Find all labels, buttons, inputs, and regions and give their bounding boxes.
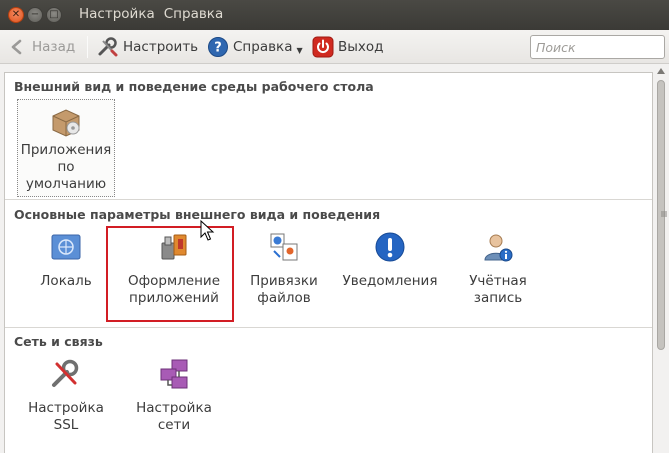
exit-button[interactable]: Выход	[312, 36, 384, 58]
window-titlebar: ✕ − □ Настройка Справка	[0, 0, 669, 30]
maximize-window-button[interactable]: □	[46, 7, 62, 23]
menu-help[interactable]: Справка	[164, 6, 223, 22]
item-account-details[interactable]: Учётная запись	[459, 231, 537, 317]
power-icon	[312, 36, 334, 58]
menu-settings[interactable]: Настройка	[79, 6, 155, 22]
back-label: Назад	[32, 39, 76, 55]
section-title-network: Сеть и связь	[14, 334, 103, 349]
section-divider	[5, 327, 652, 328]
section-title-appearance: Основные параметры внешнего вида и повед…	[14, 207, 381, 222]
item-network-settings[interactable]: Настройка сети	[131, 358, 217, 444]
exit-label: Выход	[338, 39, 384, 55]
menu-bar: Настройка Справка	[79, 6, 223, 22]
network-settings-icon	[160, 359, 188, 389]
item-label: Настройка SSL	[28, 400, 104, 433]
item-label: Приложения по умолчанию	[20, 142, 112, 192]
toolbar: Назад Настроить ? Справка ▼ Выход Поиск	[0, 30, 669, 64]
item-label: Локаль	[40, 273, 92, 289]
item-label: Настройка сети	[136, 400, 212, 433]
account-details-icon	[484, 234, 513, 262]
section-title-workspace: Внешний вид и поведение среды рабочего с…	[14, 79, 374, 94]
item-file-associations[interactable]: Привязки файлов	[245, 231, 323, 317]
configure-label: Настроить	[123, 39, 199, 55]
item-label: Учётная запись	[469, 273, 527, 306]
wrench-screwdriver-icon	[98, 37, 118, 57]
help-button[interactable]: ? Справка ▼	[207, 36, 303, 58]
settings-content: Внешний вид и поведение среды рабочего с…	[4, 72, 653, 453]
item-locale[interactable]: Локаль	[27, 231, 105, 303]
item-notifications[interactable]: Уведомления	[335, 231, 445, 303]
configure-button[interactable]: Настроить	[97, 36, 198, 58]
help-label: Справка	[233, 39, 293, 55]
mouse-cursor-icon	[200, 220, 215, 241]
search-input[interactable]: Поиск	[530, 35, 665, 59]
minimize-window-button[interactable]: −	[27, 7, 43, 23]
scrollbar-grip-icon	[661, 211, 667, 217]
svg-text:?: ?	[214, 41, 222, 56]
item-label: Уведомления	[342, 273, 438, 289]
close-window-button[interactable]: ✕	[8, 7, 24, 23]
back-arrow-icon	[11, 39, 22, 55]
toolbar-separator	[87, 36, 88, 58]
item-default-applications[interactable]: Приложения по умолчанию	[17, 99, 115, 197]
file-associations-icon	[270, 233, 298, 261]
locale-globe-icon	[51, 234, 81, 260]
chevron-down-icon: ▼	[296, 45, 303, 55]
notifications-icon	[375, 232, 405, 262]
item-label: Привязки файлов	[250, 273, 318, 306]
section-divider	[5, 199, 652, 200]
search-placeholder: Поиск	[536, 40, 576, 55]
help-icon: ?	[208, 37, 228, 57]
default-applications-icon	[52, 109, 80, 137]
vertical-scrollbar[interactable]	[653, 64, 669, 453]
item-ssl-settings[interactable]: Настройка SSL	[23, 358, 109, 444]
ssl-settings-icon	[52, 359, 79, 387]
back-button[interactable]: Назад	[10, 36, 75, 58]
scroll-up-arrow-icon[interactable]	[657, 68, 665, 74]
